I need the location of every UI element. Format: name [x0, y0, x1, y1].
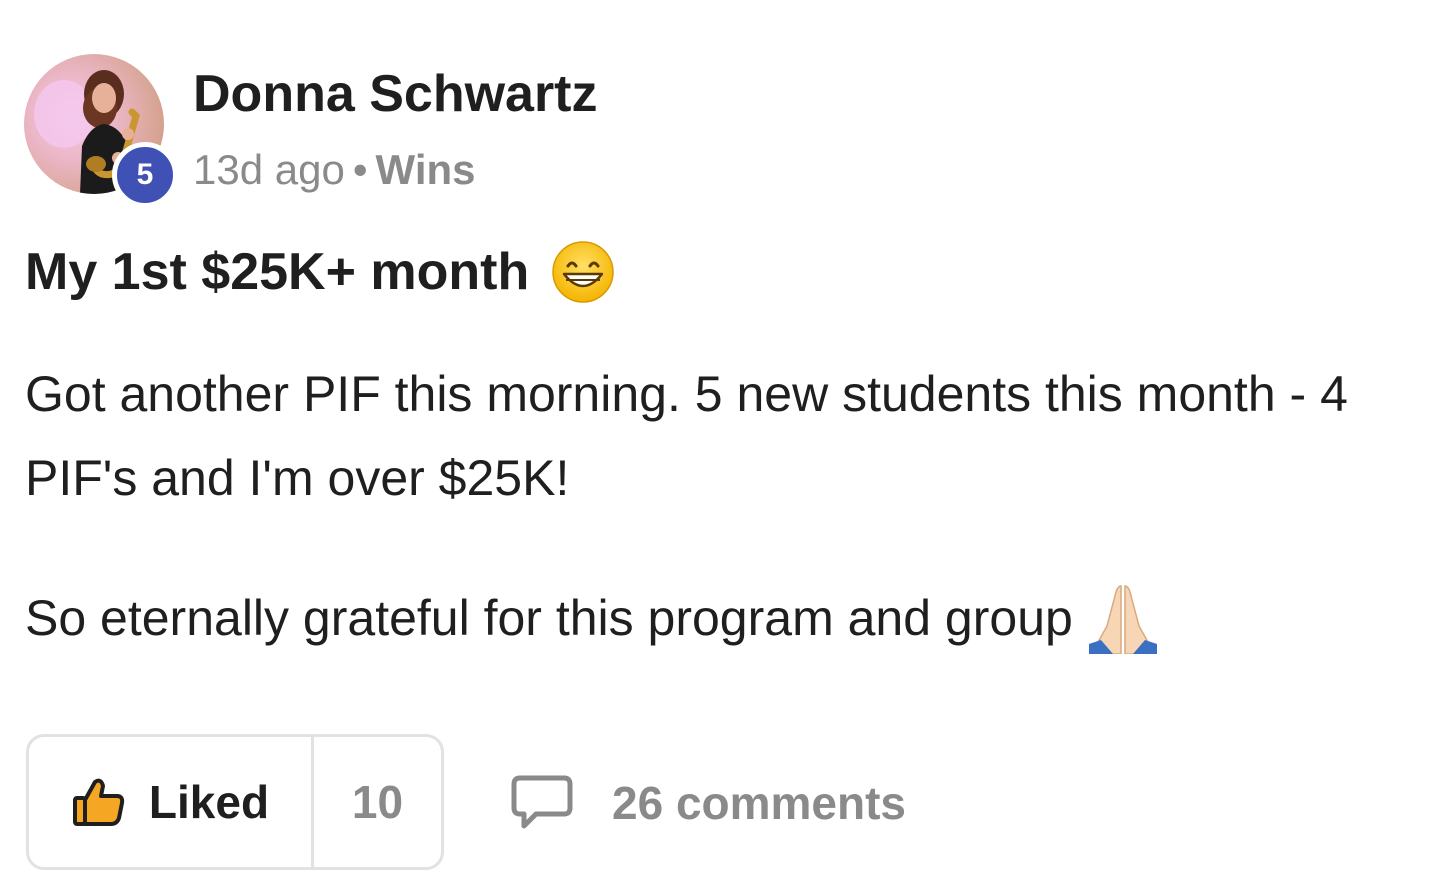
- thumbs-up-icon: [72, 778, 125, 826]
- folded-hands-emoji: [1088, 585, 1157, 654]
- grinning-face-emoji: [552, 241, 615, 303]
- post-title: My 1st $25K+ month: [25, 243, 530, 301]
- like-button[interactable]: Liked: [29, 737, 314, 867]
- post-time: 13d ago: [193, 146, 345, 193]
- comments-label: 26 comments: [612, 777, 907, 829]
- author-name[interactable]: Donna Schwartz: [193, 64, 598, 124]
- meta-separator: •: [352, 146, 368, 193]
- post-paragraph-text: So eternally grateful for this program a…: [25, 590, 1073, 646]
- post-meta: 13d ago • Wins: [193, 146, 476, 194]
- like-control: Liked 10: [26, 734, 444, 870]
- comment-bubble-icon: [511, 775, 573, 829]
- like-count[interactable]: 10: [314, 737, 441, 867]
- like-label: Liked: [148, 776, 270, 828]
- post-paragraph: So eternally grateful for this program a…: [25, 576, 1435, 660]
- comments-button[interactable]: 26 comments: [510, 770, 906, 836]
- post-category[interactable]: Wins: [376, 146, 476, 193]
- post-title-row: My 1st $25K+ month: [25, 240, 615, 304]
- post-paragraph: Got another PIF this morning. 5 new stud…: [25, 366, 1348, 506]
- post-body: Got another PIF this morning. 5 new stud…: [25, 352, 1435, 660]
- level-badge: 5: [112, 142, 178, 208]
